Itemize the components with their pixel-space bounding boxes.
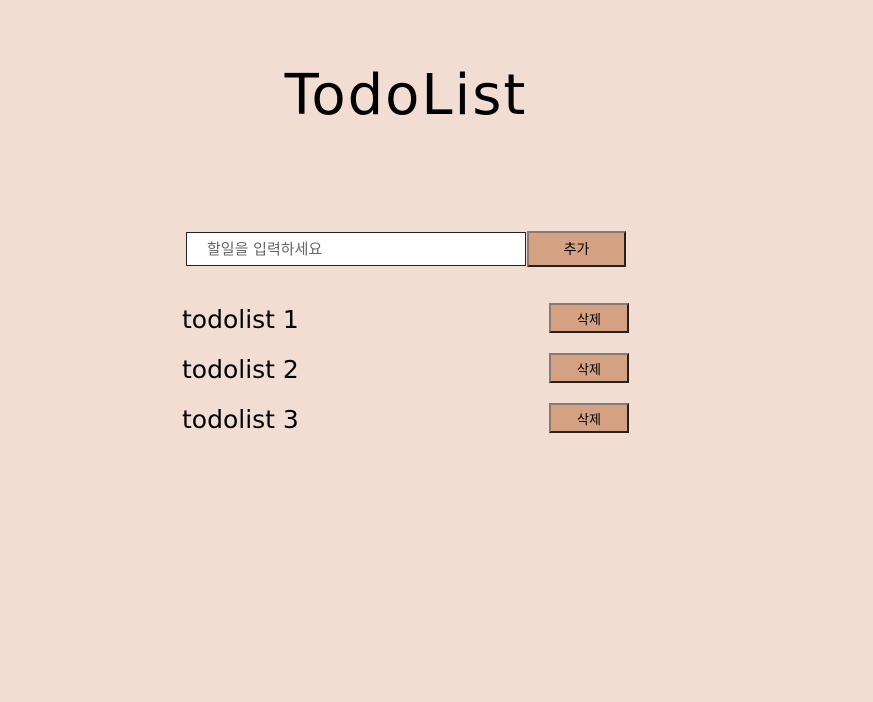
todo-input[interactable] — [186, 232, 526, 266]
add-button[interactable]: 추가 — [527, 231, 626, 267]
page-title: TodoList — [284, 63, 528, 128]
delete-button[interactable]: 삭제 — [549, 353, 629, 383]
todo-text: todolist 3 — [182, 405, 299, 434]
add-todo-form: 추가 — [186, 231, 626, 267]
delete-button[interactable]: 삭제 — [549, 303, 629, 333]
delete-button[interactable]: 삭제 — [549, 403, 629, 433]
todo-item: todolist 2 삭제 — [182, 350, 630, 400]
todo-item: todolist 1 삭제 — [182, 300, 630, 350]
todo-text: todolist 1 — [182, 305, 299, 334]
todo-text: todolist 2 — [182, 355, 299, 384]
todo-list: todolist 1 삭제 todolist 2 삭제 todolist 3 삭… — [182, 300, 630, 450]
todo-item: todolist 3 삭제 — [182, 400, 630, 450]
